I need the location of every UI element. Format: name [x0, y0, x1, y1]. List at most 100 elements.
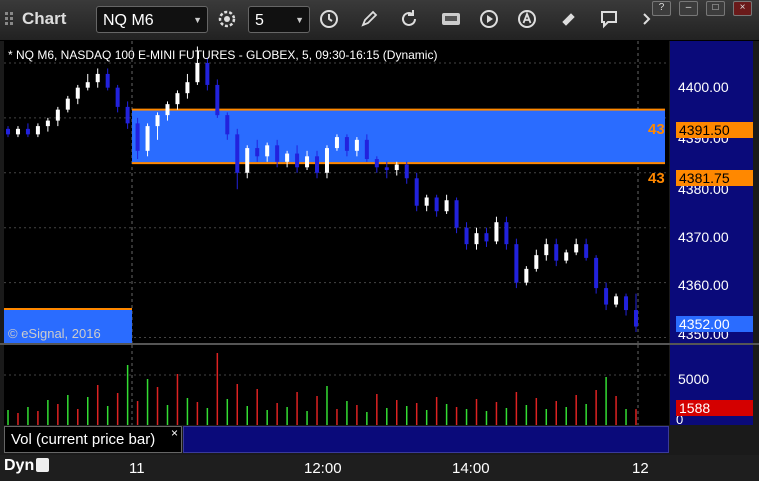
volume-pane[interactable] — [4, 345, 669, 425]
last-volume-label: 1588 — [676, 400, 753, 416]
candle-body — [344, 137, 349, 151]
play-icon — [480, 10, 498, 28]
price-tick: 4400.00 — [678, 79, 729, 95]
candle-body — [165, 104, 170, 116]
candle-body — [334, 137, 339, 149]
volume-study-tab[interactable]: Vol (current price bar) × — [4, 426, 182, 453]
interval-input[interactable]: 5 ▼ — [248, 6, 310, 33]
price-tick: 4360.00 — [678, 277, 729, 293]
candle-body — [534, 255, 539, 269]
candle-body — [624, 296, 629, 311]
candle-body — [75, 87, 80, 99]
candle-body — [45, 120, 50, 127]
time-tick: 12:00 — [304, 460, 342, 477]
symbol-value: NQ M6 — [103, 12, 154, 29]
candle-body — [245, 148, 250, 173]
lower-level-label: 4381.75 — [676, 170, 753, 186]
app-title: Chart — [4, 9, 66, 29]
candle-body — [95, 73, 100, 83]
price-chart[interactable] — [4, 41, 669, 343]
candle-body — [315, 156, 320, 173]
candle-body — [65, 98, 70, 110]
time-tick: 12 — [632, 460, 649, 477]
interval-value: 5 — [255, 12, 264, 29]
candle-body — [544, 244, 549, 256]
alert-button[interactable] — [516, 8, 538, 30]
candle-body — [464, 227, 469, 245]
time-tick: 11 — [129, 460, 145, 477]
candle-body — [205, 62, 210, 85]
close-button[interactable]: × — [733, 1, 752, 16]
candle-body — [175, 93, 180, 105]
candle-body — [614, 296, 619, 305]
upper-level-label: 4391.50 — [676, 122, 753, 138]
gear-icon — [218, 10, 236, 28]
symbol-settings-button[interactable] — [216, 8, 238, 30]
candle-body — [394, 164, 399, 171]
candle-body — [524, 268, 529, 283]
candle-body — [364, 139, 369, 160]
candle-body — [265, 145, 270, 157]
comment-icon — [601, 11, 617, 29]
chart-grip-icon — [5, 12, 13, 25]
candle-body — [574, 244, 579, 253]
dynamic-mode-label[interactable]: Dyn — [4, 457, 50, 475]
candle-body — [55, 109, 60, 121]
upper-level-short-label: 43 — [648, 121, 665, 138]
draw-tool-button[interactable] — [358, 8, 380, 30]
get-data-button[interactable] — [440, 8, 462, 30]
candle-body — [634, 310, 638, 327]
last-price-label: 4352.00 — [676, 316, 753, 332]
lock-icon[interactable] — [36, 458, 50, 472]
link-button[interactable] — [558, 8, 580, 30]
candle-body — [305, 156, 310, 168]
maximize-button[interactable]: □ — [706, 1, 725, 16]
candle-body — [255, 148, 260, 157]
price-tick: 4370.00 — [678, 229, 729, 245]
volume-chart-svg[interactable] — [4, 345, 669, 425]
volume-axis-tick: 5000 — [678, 371, 710, 387]
candle-body — [195, 62, 200, 83]
close-icon[interactable]: × — [171, 420, 178, 446]
interval-settings-button[interactable] — [318, 8, 340, 30]
candle-body — [225, 115, 230, 135]
candle-body — [514, 244, 519, 283]
chevron-down-icon[interactable]: ▼ — [193, 7, 202, 34]
watermark: © eSignal, 2016 — [8, 326, 101, 341]
candle-body — [115, 87, 120, 107]
study-tab-bar — [183, 426, 669, 453]
refresh-button[interactable] — [398, 8, 420, 30]
candle-body — [235, 134, 240, 173]
candle-body — [424, 197, 429, 206]
notes-button[interactable] — [598, 8, 620, 30]
symbol-input[interactable]: NQ M6 ▼ — [96, 6, 208, 33]
minimize-button[interactable]: – — [679, 1, 698, 16]
candle-body — [35, 126, 40, 135]
candle-body — [105, 73, 110, 88]
candle-body — [275, 145, 280, 162]
candle-body — [564, 252, 569, 261]
candle-body — [285, 153, 290, 162]
candle-body — [324, 148, 329, 173]
play-button[interactable] — [478, 8, 500, 30]
volume-study-label: Vol (current price bar) — [11, 431, 156, 448]
candle-body — [185, 82, 190, 94]
help-button[interactable]: ? — [652, 1, 671, 16]
candle-body — [404, 164, 409, 179]
candle-body — [384, 167, 389, 171]
alert-icon — [518, 10, 536, 28]
candle-body — [374, 159, 379, 168]
candle-body — [354, 139, 359, 151]
candle-body — [474, 233, 479, 245]
candle-body — [594, 257, 599, 289]
candle-body — [6, 128, 10, 135]
candle-body — [25, 128, 30, 135]
lower-level-short-label: 43 — [648, 170, 665, 187]
clock-icon — [320, 10, 338, 28]
price-chart-svg[interactable] — [4, 41, 669, 343]
candle-body — [494, 222, 499, 242]
refresh-icon — [402, 10, 416, 26]
chart-title: * NQ M6, NASDAQ 100 E-MINI FUTURES - GLO… — [8, 48, 438, 62]
get-icon — [442, 13, 460, 25]
chevron-down-icon[interactable]: ▼ — [295, 7, 304, 34]
